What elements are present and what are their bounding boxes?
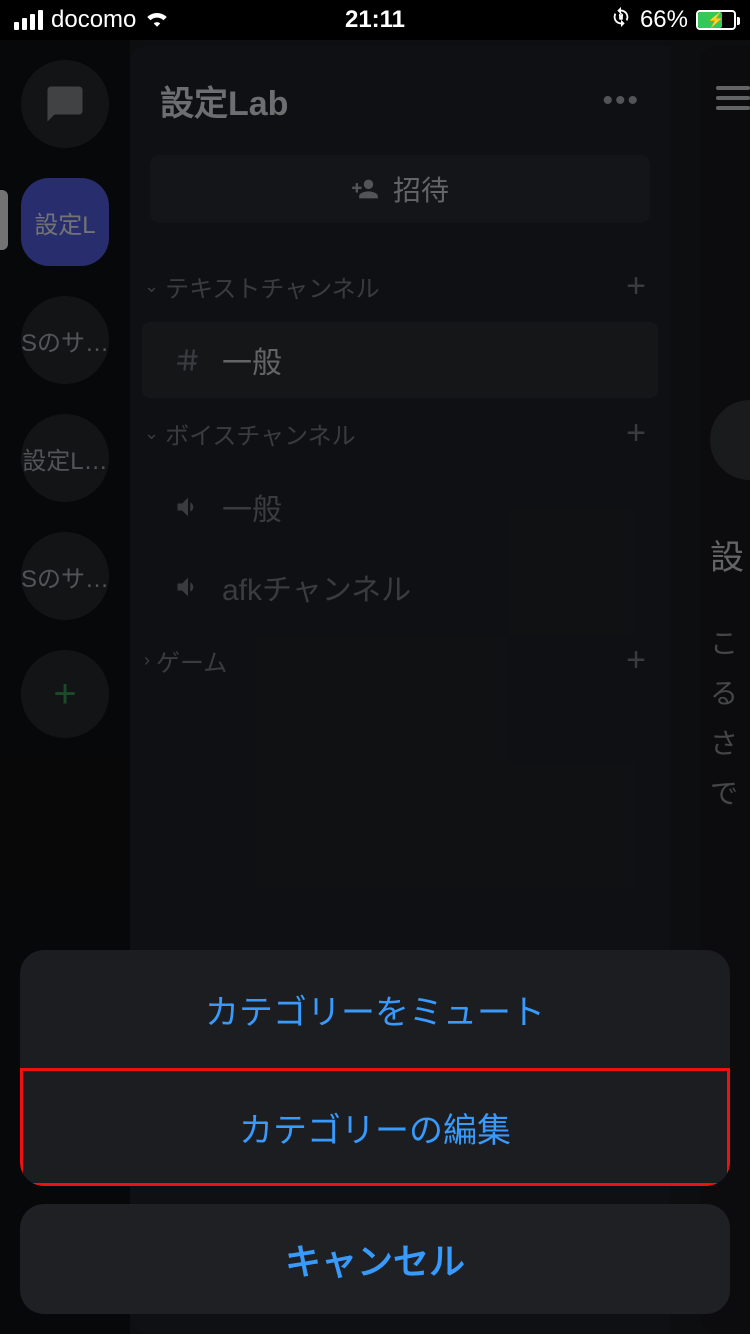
category-voice[interactable]: ⌄ボイスチャンネル +: [130, 400, 670, 467]
server-more-button[interactable]: •••: [602, 84, 640, 118]
battery-pct: 66%: [640, 6, 688, 34]
selected-indicator: [0, 190, 8, 250]
speaker-icon: [172, 573, 204, 601]
action-sheet: カテゴリーをミュート カテゴリーの編集 キャンセル: [20, 950, 730, 1314]
server-selected[interactable]: 設定L: [21, 178, 109, 266]
invite-label: 招待: [393, 169, 449, 209]
server-title[interactable]: 設定Lab: [160, 76, 288, 125]
wifi-icon: [144, 6, 170, 34]
peek-body: こ る さ で: [710, 619, 738, 819]
add-server-button[interactable]: +: [21, 650, 109, 738]
battery-icon: ⚡: [696, 10, 736, 30]
peek-title: 設: [710, 530, 744, 579]
dm-button[interactable]: [21, 60, 109, 148]
invite-button[interactable]: 招待: [150, 155, 650, 223]
add-user-icon: [351, 175, 379, 203]
chevron-right-icon: ›: [144, 650, 150, 671]
hash-icon: [172, 346, 204, 374]
category-game[interactable]: ›ゲーム +: [130, 627, 670, 694]
chevron-down-icon: ⌄: [144, 276, 159, 297]
add-voice-channel[interactable]: +: [626, 414, 646, 453]
voice-channel-afk[interactable]: afkチャンネル: [142, 549, 658, 625]
server-item-1[interactable]: Sのサ…: [21, 296, 109, 384]
orientation-lock-icon: [610, 6, 632, 35]
menu-icon[interactable]: [716, 86, 750, 110]
mute-category-button[interactable]: カテゴリーをミュート: [20, 950, 730, 1068]
text-channel-general[interactable]: 一般: [142, 322, 658, 398]
chevron-down-icon: ⌄: [144, 423, 159, 444]
speaker-icon: [172, 493, 204, 521]
category-text[interactable]: ⌄テキストチャンネル +: [130, 253, 670, 320]
cancel-button[interactable]: キャンセル: [20, 1204, 730, 1314]
server-item-3[interactable]: Sのサ…: [21, 532, 109, 620]
add-game-channel[interactable]: +: [626, 641, 646, 680]
server-item-2[interactable]: 設定L…: [21, 414, 109, 502]
add-text-channel[interactable]: +: [626, 267, 646, 306]
clock: 21:11: [345, 6, 405, 34]
signal-icon: [14, 10, 43, 30]
status-bar: docomo 21:11 66% ⚡: [0, 0, 750, 40]
carrier-label: docomo: [51, 6, 136, 34]
channel-avatar: [710, 400, 750, 480]
voice-channel-general[interactable]: 一般: [142, 469, 658, 545]
edit-category-button[interactable]: カテゴリーの編集: [20, 1068, 730, 1186]
